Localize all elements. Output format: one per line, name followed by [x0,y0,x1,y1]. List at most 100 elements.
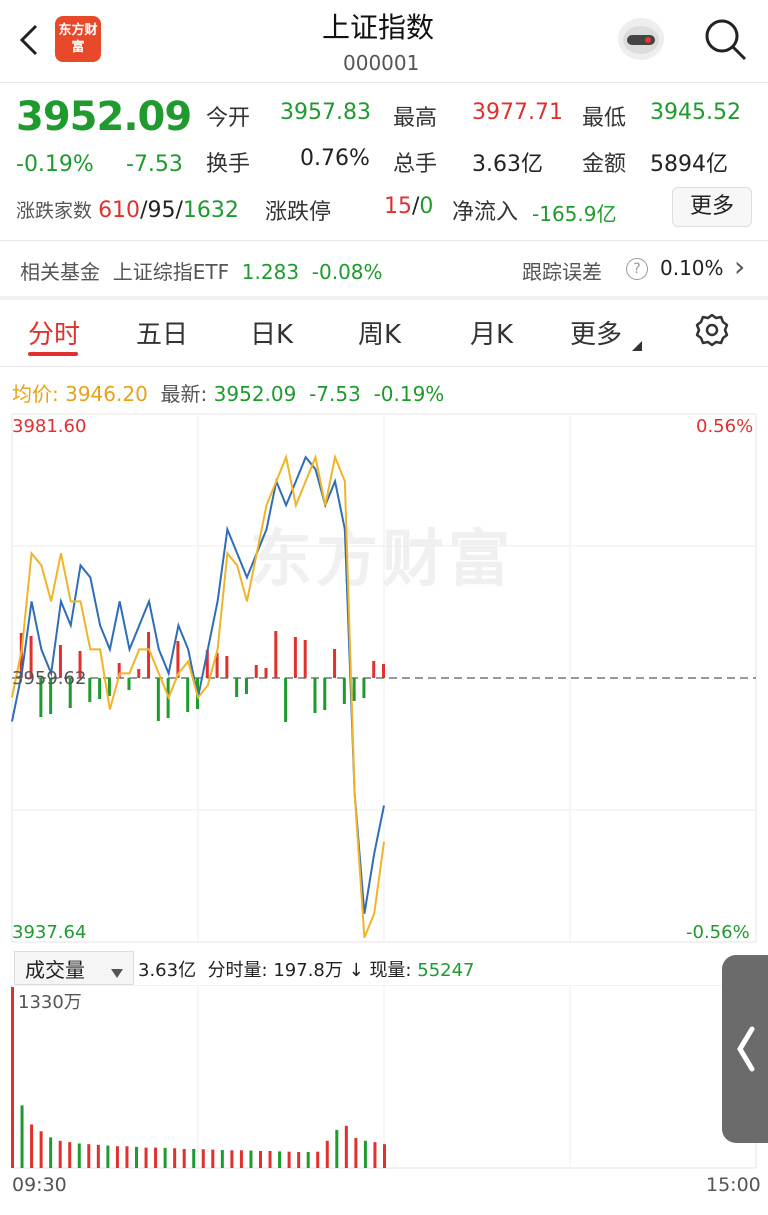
bar [58,1140,62,1168]
dropdown-triangle-icon [632,336,642,355]
volume-info: 3.63亿 分时量: 197.8万 ↓ 现量: 55247 [138,956,475,982]
limit-values: 15/0 [384,194,433,219]
change-percent: -0.19% [16,152,94,177]
bar [382,664,385,678]
change-value: -7.53 [126,152,183,177]
breadth-slash-2: / [175,198,183,223]
divider [0,366,768,367]
bar [274,631,278,678]
bar [268,1150,272,1168]
tracking-value: 0.10% [660,256,724,280]
stat-value: 3.63亿 [472,152,543,177]
stat-label: 换手 [206,152,251,177]
bar [211,1149,215,1168]
bar [249,1150,253,1168]
bar [284,678,288,722]
minute-volume-value: 197.8万 [273,960,343,981]
breadth-up: 610 [98,198,141,223]
bar [278,1151,282,1168]
indicator-select-label: 成交量 [25,958,85,982]
minute-volume-label: 分时量: [207,960,268,981]
bar [115,1146,119,1168]
breadth-label: 涨跌家数 [16,200,93,222]
chevron-right-icon[interactable]: › [734,250,745,283]
avg-price-label: 均价: [12,382,59,406]
bar [297,1151,301,1168]
tracking-label: 跟踪误差 [522,260,602,284]
bar [225,656,229,678]
help-icon-glyph: ? [633,261,641,277]
bar [192,1148,196,1168]
bar [373,1142,377,1168]
latest-change: -7.53 [309,382,361,406]
fund-label: 相关基金 [20,260,100,284]
stat-value: 3977.71 [472,100,563,125]
search-icon[interactable] [702,16,748,66]
avg-price-value: 3946.20 [65,382,148,406]
intraday-price-chart[interactable] [0,410,768,950]
time-end: 15:00 [706,1174,761,1196]
help-icon[interactable]: ? [626,258,648,280]
tab-daily-k[interactable]: 日K [250,314,293,351]
divider [0,296,768,300]
netflow-label: 净流入 [452,200,519,225]
breadth-down: 1632 [182,198,239,223]
bar [383,1144,386,1168]
stat-label: 最低 [582,106,627,131]
bar [335,1129,339,1168]
tab-monthly-k[interactable]: 月K [470,314,513,351]
bar [147,632,151,678]
bar [107,678,111,696]
bar [264,668,268,678]
bar [352,678,356,701]
bar [68,1142,72,1168]
bar [323,678,327,710]
assistant-avatar-icon[interactable] [618,18,664,60]
bar [306,1151,310,1168]
bar [239,1150,243,1168]
indicator-select[interactable]: 成交量 [14,951,134,985]
back-icon[interactable] [14,22,44,62]
bar [88,678,92,702]
bar [313,678,317,713]
y-axis-bottom-pct: -0.56% [686,922,750,943]
tab-intraday[interactable]: 分时 [28,314,80,351]
volume-chart[interactable] [0,985,768,1170]
bar [135,1146,138,1168]
bar [344,1125,348,1168]
limit-up: 15 [384,194,412,219]
chevron-left-icon [737,1026,755,1072]
bar [325,1140,329,1168]
latest-pct: -0.19% [373,382,445,406]
bar [11,987,14,1168]
tab-more[interactable]: 更多 [570,314,622,351]
y-axis-bottom-price: 3937.64 [12,922,87,943]
latest-value: 3952.09 [213,382,297,406]
tab-weekly-k[interactable]: 周K [358,314,401,351]
limit-label: 涨跌停 [265,200,332,225]
stat-value: 3957.83 [280,100,371,125]
tab-five-day[interactable]: 五日 [136,314,188,351]
divider [0,82,768,83]
volume-max-label: 1330万 [18,992,82,1013]
more-button[interactable]: 更多 [672,187,752,227]
bar [293,637,297,678]
netflow-value: -165.9亿 [532,202,617,226]
settings-gear-icon[interactable] [694,312,730,352]
stat-label: 今开 [206,106,251,131]
bar [201,1149,205,1168]
bar [186,678,190,712]
related-fund-row[interactable]: 相关基金 上证综指ETF 1.283 -0.08% [20,256,383,285]
stat-value: 5894亿 [650,152,728,177]
bar [20,1105,24,1168]
bar [173,1148,177,1168]
bar [163,1147,167,1168]
divider [0,240,768,241]
app-logo: 东方财富 [55,16,101,62]
bar [333,649,337,678]
current-price: 3952.09 [16,94,192,140]
bar [259,1150,262,1168]
bar [363,1140,367,1168]
time-start: 09:30 [12,1174,67,1196]
collapse-panel-handle[interactable] [722,955,768,1143]
